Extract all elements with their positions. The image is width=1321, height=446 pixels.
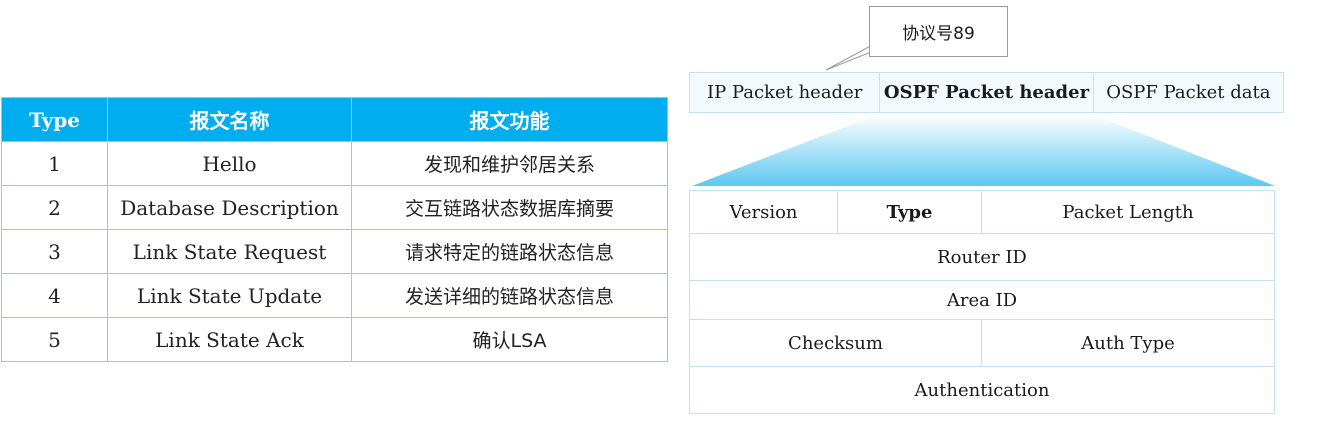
ospf-packet-header-segment: OSPF Packet header: [880, 73, 1094, 112]
field-router-id: Router ID: [937, 246, 1027, 268]
ip-packet-header-segment: IP Packet header: [690, 73, 881, 112]
header-row-area-id: Area ID: [690, 281, 1274, 320]
field-auth-type: Auth Type: [1081, 332, 1175, 354]
field-area-id: Area ID: [946, 289, 1018, 311]
header-row-authentication: Authentication: [690, 367, 1274, 413]
expand-trapezoid: [692, 114, 1275, 186]
header-row-version: Version Type Packet Length: [690, 191, 1274, 234]
field-version: Version: [690, 191, 838, 233]
field-type: Type: [838, 191, 982, 233]
ospf-header-structure: Version Type Packet Length Router ID Are…: [689, 190, 1275, 414]
ospf-packet-data-segment: OSPF Packet data: [1106, 82, 1271, 103]
ip-packet-bar: IP Packet header OSPF Packet header OSPF…: [689, 72, 1284, 113]
header-row-router-id: Router ID: [690, 234, 1274, 281]
field-packet-length: Packet Length: [1062, 201, 1194, 223]
protocol-number-callout: 协议号89: [869, 6, 1008, 57]
field-authentication: Authentication: [914, 379, 1050, 401]
header-row-checksum: Checksum Auth Type: [690, 320, 1274, 367]
field-checksum: Checksum: [690, 320, 982, 366]
